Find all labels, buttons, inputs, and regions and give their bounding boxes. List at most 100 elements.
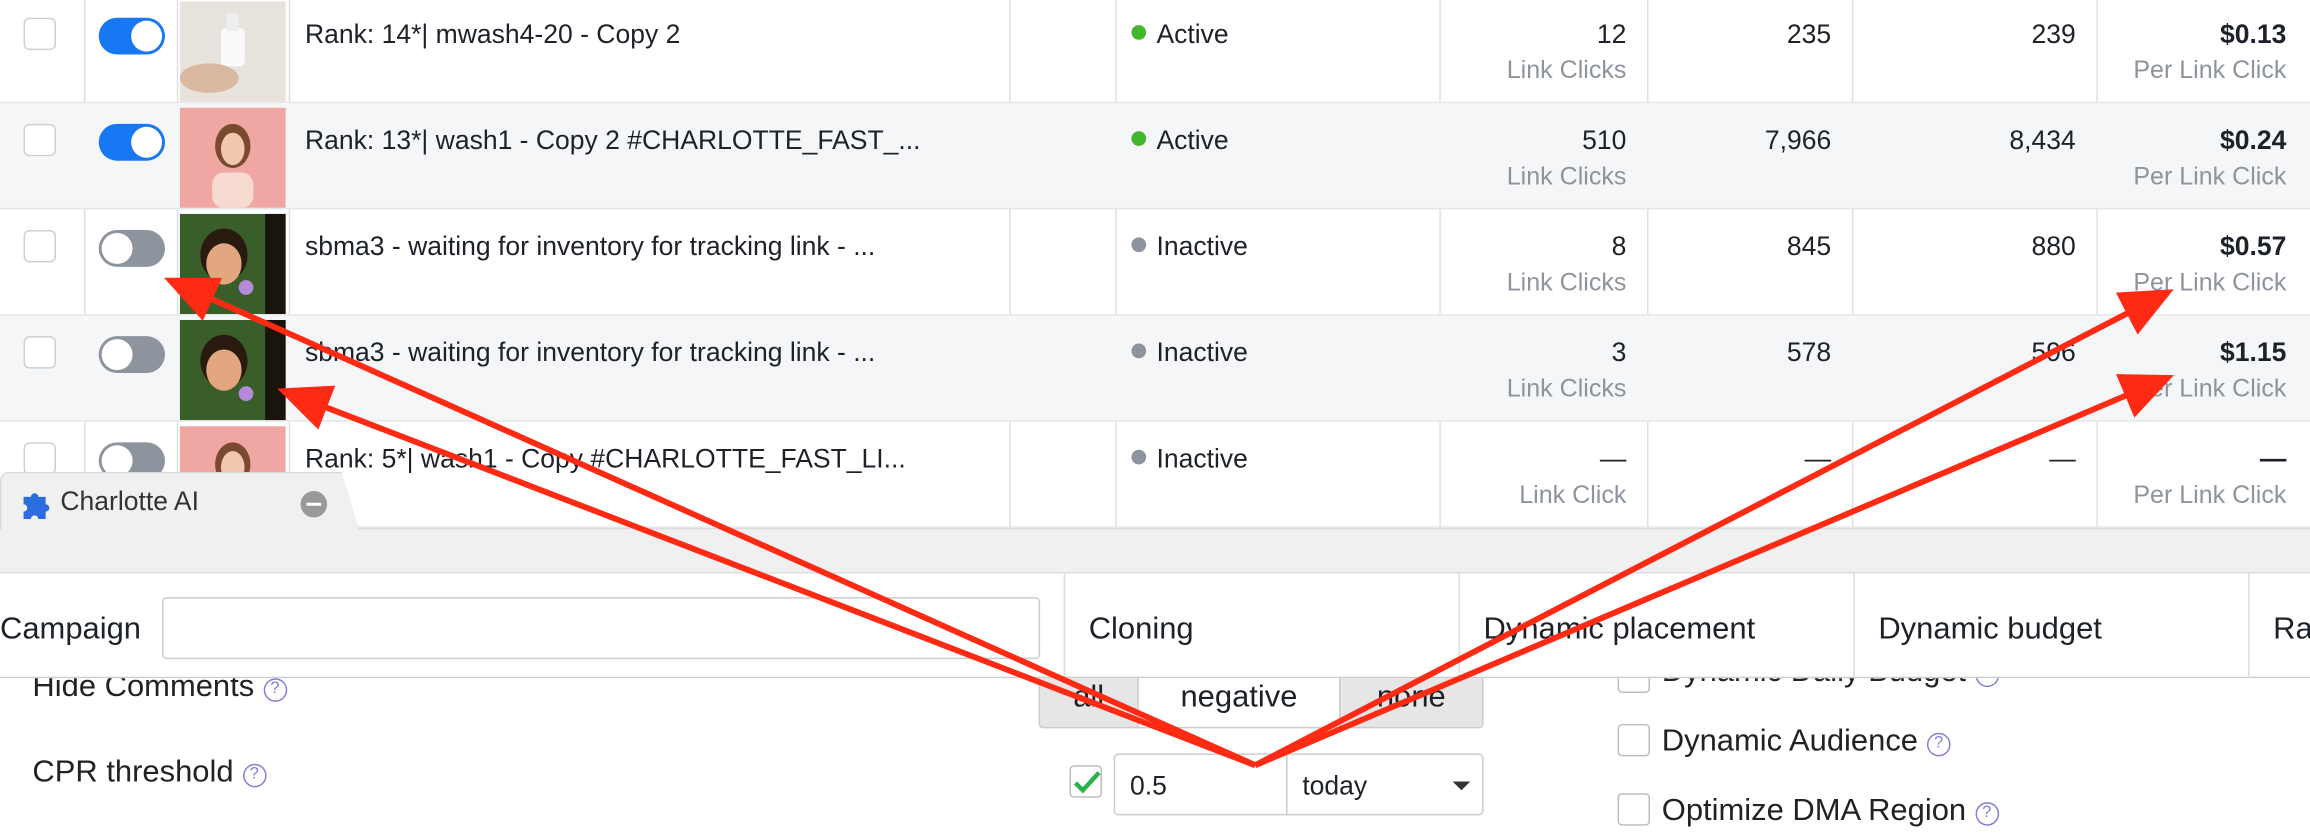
results-unit: Link Clicks (1506, 56, 1627, 85)
chevron-down-icon (1452, 781, 1471, 791)
screenshot-stage: Rank: 14*| mwash4-20 - Copy 2 Active 12 Lin… (0, 0, 2310, 836)
status-dot (1131, 449, 1147, 465)
cpr-period-value: today (1302, 771, 1368, 801)
row-checkbox[interactable] (23, 17, 56, 51)
cost-value: $1.15 (2220, 337, 2287, 368)
ad-toggle[interactable] (98, 123, 165, 161)
status-label: Inactive (1156, 337, 1248, 368)
reach-value: 7,966 (1764, 125, 1832, 155)
reach-value: — (1804, 443, 1832, 474)
cpr-threshold-label: CPR threshold (32, 754, 234, 789)
impressions-value: — (2049, 443, 2076, 474)
impressions-value: 239 (2031, 19, 2076, 49)
comments-option-none[interactable]: none (1339, 678, 1484, 729)
optimize-dma-checkbox[interactable] (1617, 793, 1650, 826)
dynamic-audience-checkbox[interactable] (1617, 723, 1650, 757)
cost-unit: Per Link Click (2133, 56, 2287, 85)
row-checkbox[interactable] (23, 123, 56, 157)
toggle-knob (131, 20, 163, 52)
dynamic-daily-budget-checkbox[interactable] (1617, 678, 1650, 693)
reach-value: 235 (1786, 19, 1832, 49)
cost-unit: Per Link Click (2133, 480, 2287, 509)
ad-thumbnail (179, 107, 286, 208)
ad-thumbnail (179, 213, 286, 315)
settings-header: Campaign Cloning Dynamic placement Dynam… (0, 572, 2310, 680)
help-icon[interactable]: ? (242, 763, 267, 788)
cost-unit: Per Link Click (2133, 268, 2287, 297)
results-unit: Link Clicks (1506, 162, 1627, 191)
comments-option-negative[interactable]: negative (1137, 678, 1341, 729)
delivery-status: Inactive (1131, 443, 1248, 475)
help-icon[interactable]: ? (1974, 802, 1999, 826)
ad-name[interactable]: Rank: 5*| wash1 - Copy #CHARLOTTE_FAST_L… (305, 444, 906, 475)
delivery-status: Inactive (1131, 231, 1248, 262)
ad-thumbnail (179, 1, 286, 102)
tab-title: Charlotte AI (60, 486, 199, 517)
rank-header[interactable]: Ra (2248, 573, 2310, 680)
toggle-knob (101, 339, 133, 371)
ads-table: Rank: 14*| mwash4-20 - Copy 2 Active 12 Lin… (0, 0, 2310, 531)
cpr-period-select[interactable]: today (1286, 753, 1484, 816)
toggle-knob (101, 232, 133, 264)
cloning-header[interactable]: Cloning (1063, 573, 1459, 680)
cost-unit: Per Link Click (2133, 162, 2287, 191)
status-dot (1131, 25, 1147, 40)
optimize-dma-row: Optimize DMA Region? (1662, 793, 1999, 828)
help-icon[interactable]: ? (1974, 678, 1999, 688)
optimize-dma-label: Optimize DMA Region (1661, 793, 1967, 828)
status-dot (1131, 131, 1147, 146)
status-label: Inactive (1156, 231, 1248, 261)
dynamic-daily-budget-row: Dynamic Daily Budget? (1662, 678, 1999, 690)
cost-value: — (2259, 443, 2287, 474)
ad-name[interactable]: sbma3 - waiting for inventory for tracki… (305, 231, 875, 262)
cost-value: $0.24 (2220, 125, 2287, 155)
hide-comments-label: Hide Comments (32, 678, 255, 704)
status-label: Active (1156, 125, 1229, 155)
charlotte-tab[interactable]: Charlotte AI (0, 471, 360, 531)
ad-thumbnail (179, 319, 286, 421)
cost-unit: Per Link Click (2133, 374, 2287, 403)
help-icon[interactable]: ? (1926, 732, 1951, 757)
dynamic-budget-header[interactable]: Dynamic budget (1853, 573, 2248, 680)
dynamic-placement-header[interactable]: Dynamic placement (1458, 573, 1853, 680)
reach-value: 578 (1786, 337, 1832, 368)
cpr-checkbox[interactable] (1069, 765, 1102, 798)
results-value: 3 (1611, 337, 1627, 368)
hide-comments-row: Hide Comments? (32, 678, 287, 705)
delivery-status: Active (1131, 19, 1229, 50)
results-value: 12 (1596, 19, 1627, 49)
row-checkbox[interactable] (23, 230, 56, 263)
row-checkbox[interactable] (23, 336, 56, 369)
results-unit: Link Clicks (1506, 374, 1627, 403)
toggle-knob (101, 445, 133, 477)
status-label: Inactive (1156, 443, 1248, 474)
results-value: — (1599, 443, 1627, 474)
cpr-threshold-row: CPR threshold? (32, 754, 267, 790)
ad-toggle[interactable] (98, 230, 165, 267)
cost-value: $0.13 (2220, 19, 2287, 49)
toggle-knob (131, 126, 163, 158)
ad-name[interactable]: sbma3 - waiting for inventory for tracki… (305, 338, 875, 369)
table-row[interactable]: Rank: 14*| mwash4-20 - Copy 2 Active 12 Lin… (0, 0, 2310, 104)
help-icon[interactable]: ? (263, 678, 287, 702)
table-row[interactable]: sbma3 - waiting for inventory for tracki… (0, 315, 2310, 422)
delivery-status: Inactive (1131, 337, 1248, 369)
ad-name[interactable]: Rank: 13*| wash1 - Copy 2 #CHARLOTTE_FAS… (305, 125, 921, 156)
ad-name[interactable]: Rank: 14*| mwash4-20 - Copy 2 (305, 19, 680, 50)
puzzle-icon (23, 493, 50, 519)
ad-toggle[interactable] (98, 336, 165, 374)
results-unit: Link Click (1519, 480, 1627, 509)
campaign-input[interactable] (162, 597, 1041, 660)
row-checkbox[interactable] (23, 442, 56, 475)
status-label: Active (1156, 19, 1229, 49)
table-row[interactable]: sbma3 - waiting for inventory for tracki… (0, 209, 2310, 316)
dynamic-daily-budget-label: Dynamic Daily Budget (1662, 678, 1966, 688)
table-row[interactable]: Rank: 13*| wash1 - Copy 2 #CHARLOTTE_FAS… (0, 103, 2310, 210)
comments-option-all[interactable]: all (1038, 678, 1139, 729)
impressions-value: 880 (2031, 231, 2076, 261)
results-value: 8 (1611, 231, 1627, 261)
minimize-icon[interactable] (300, 490, 328, 518)
ad-toggle[interactable] (98, 17, 165, 55)
cpr-value-input[interactable]: 0.5 (1113, 753, 1288, 816)
dynamic-audience-row: Dynamic Audience? (1662, 724, 1951, 759)
